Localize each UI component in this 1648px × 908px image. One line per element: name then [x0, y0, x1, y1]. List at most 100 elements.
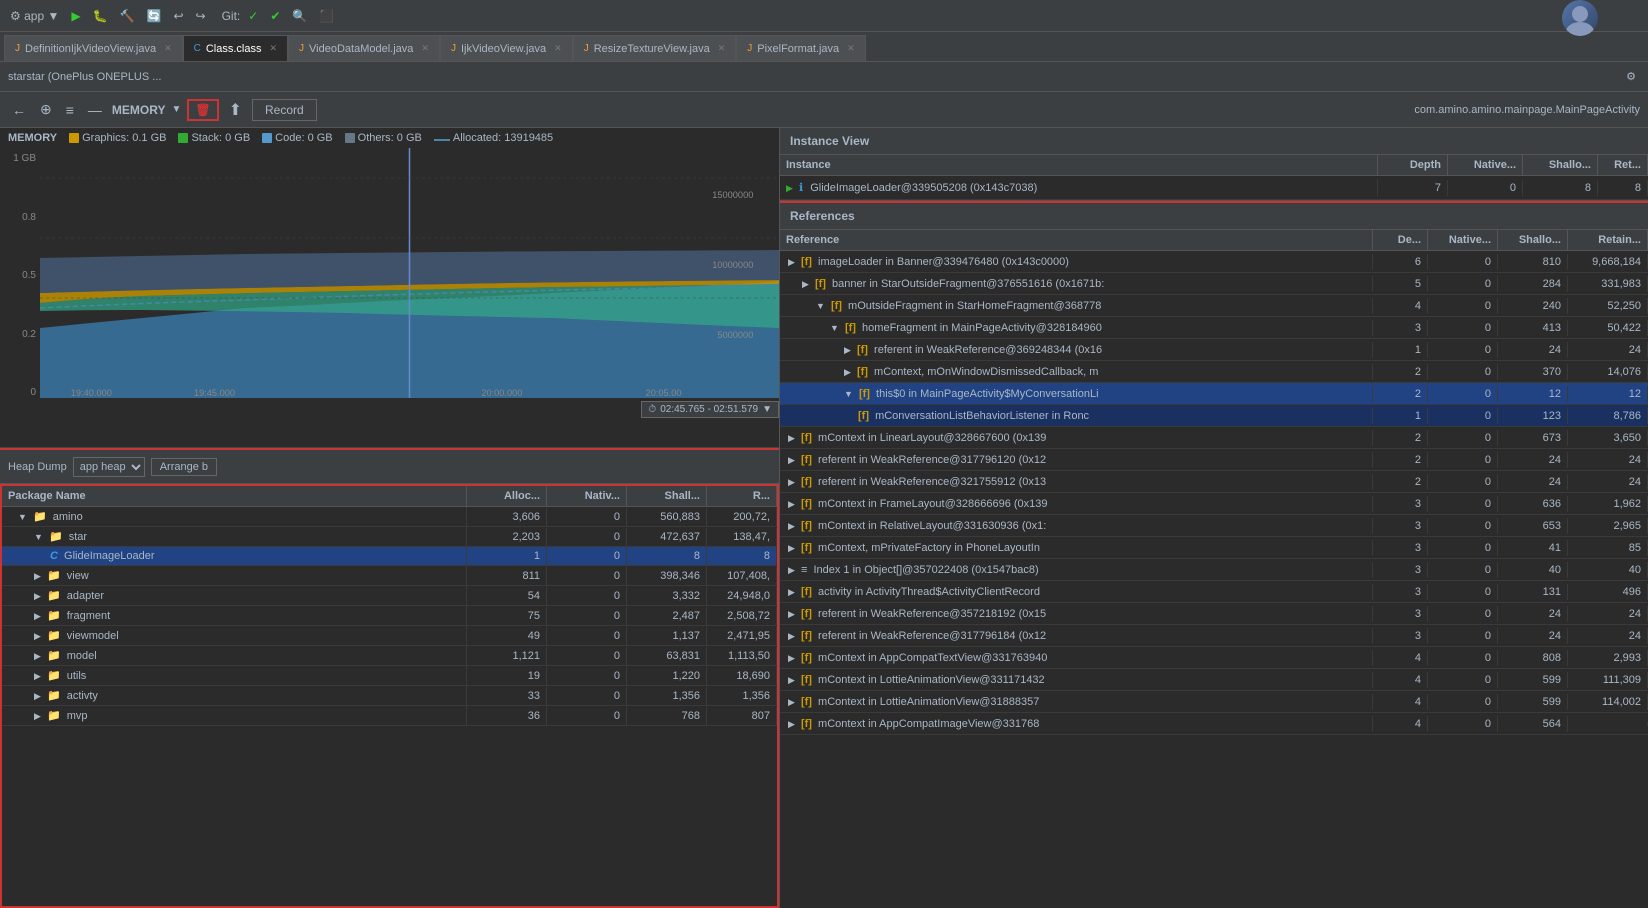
- ref-col-depth[interactable]: De...: [1373, 230, 1428, 250]
- ref-cell-name: ▶ [f] referent in WeakReference@32175591…: [780, 474, 1373, 490]
- heap-table[interactable]: Package Name Alloc... Nativ... Shall... …: [0, 484, 779, 908]
- ref-row[interactable]: ▶ [f] referent in WeakReference@31779612…: [780, 449, 1648, 471]
- ref-row[interactable]: ▶ [f] activity in ActivityThread$Activit…: [780, 581, 1648, 603]
- app-icon: ⚙: [10, 9, 21, 23]
- memory-dropdown-icon[interactable]: ▼: [171, 104, 181, 115]
- git-x-button[interactable]: ✔: [266, 7, 284, 25]
- instance-col-depth[interactable]: Depth: [1378, 155, 1448, 175]
- ref-col-native[interactable]: Native...: [1428, 230, 1498, 250]
- instance-row[interactable]: ▶ ℹ GlideImageLoader@339505208 (0x143c70…: [780, 176, 1648, 200]
- ref-cell-native: 0: [1428, 474, 1498, 490]
- tab-classclass[interactable]: C Class.class ✕: [183, 35, 288, 61]
- nav-icon-2[interactable]: ≡: [62, 100, 78, 120]
- tab-close-pixel[interactable]: ✕: [847, 43, 855, 54]
- list-item[interactable]: ▶ 📁 viewmodel 49 0 1,137 2,471,95: [2, 626, 777, 646]
- run-button[interactable]: ▶: [67, 7, 84, 25]
- nav-icon-3[interactable]: —: [84, 100, 106, 120]
- ref-col-shallow[interactable]: Shallo...: [1498, 230, 1568, 250]
- ref-row[interactable]: [f] mConversationListBehaviorListener in…: [780, 405, 1648, 427]
- app-menu-button[interactable]: ⚙ app ▼: [6, 7, 63, 25]
- ref-row[interactable]: ▶ ≡ Index 1 in Object[]@357022408 (0x154…: [780, 559, 1648, 581]
- arrange-button[interactable]: Arrange b: [151, 458, 217, 476]
- tab-definitionijkvideoview[interactable]: J DefinitionIjkVideoView.java ✕: [4, 35, 183, 61]
- heap-col-alloc[interactable]: Alloc...: [467, 486, 547, 506]
- list-item[interactable]: ▶ 📁 utils 19 0 1,220 18,690: [2, 666, 777, 686]
- undo-button[interactable]: ↩: [169, 7, 187, 25]
- heap-col-native[interactable]: Nativ...: [547, 486, 627, 506]
- redo-button[interactable]: ↪: [192, 7, 210, 25]
- git-check-button[interactable]: ✓: [244, 7, 262, 25]
- tab-pixelformat[interactable]: J PixelFormat.java ✕: [736, 35, 865, 61]
- list-item[interactable]: C GlideImageLoader 1 0 8 8: [2, 547, 777, 566]
- tab-close-ijk[interactable]: ✕: [554, 43, 562, 54]
- list-item[interactable]: ▶ 📁 activty 33 0 1,356 1,356: [2, 686, 777, 706]
- ref-cell-retain: 3,650: [1568, 430, 1648, 446]
- ref-cell-depth: 4: [1373, 298, 1428, 314]
- ref-row[interactable]: ▶ [f] banner in StarOutsideFragment@3765…: [780, 273, 1648, 295]
- instance-col-native[interactable]: Native...: [1448, 155, 1523, 175]
- terminal-button[interactable]: ⬛: [315, 7, 338, 25]
- heap-cell-alloc: 33: [467, 687, 547, 705]
- tab-resizetextureview[interactable]: J ResizeTextureView.java ✕: [573, 35, 737, 61]
- ref-cell-depth: 3: [1373, 540, 1428, 556]
- ref-row[interactable]: ▶ [f] mContext in LottieAnimationView@33…: [780, 669, 1648, 691]
- export-button[interactable]: ⬆: [225, 98, 246, 122]
- ref-cell-shallow: 131: [1498, 584, 1568, 600]
- ref-cell-retain: 114,002: [1568, 694, 1648, 710]
- record-button[interactable]: Record: [252, 99, 317, 121]
- f-icon: [f]: [801, 520, 812, 532]
- ref-row[interactable]: ▼ [f] homeFragment in MainPageActivity@3…: [780, 317, 1648, 339]
- list-item[interactable]: ▼ 📁 amino 3,606 0 560,883 200,72,: [2, 507, 777, 527]
- ref-col-reference[interactable]: Reference: [780, 230, 1373, 250]
- search-button[interactable]: 🔍: [288, 7, 311, 25]
- ref-col-retain[interactable]: Retain...: [1568, 230, 1648, 250]
- ref-row[interactable]: ▶ [f] mContext, mPrivateFactory in Phone…: [780, 537, 1648, 559]
- ref-row[interactable]: ▶ [f] referent in WeakReference@36924834…: [780, 339, 1648, 361]
- tab-close-video[interactable]: ✕: [421, 43, 429, 54]
- nav-icon-1[interactable]: ⊕: [36, 99, 56, 120]
- sync-button[interactable]: 🔄: [143, 7, 166, 25]
- ref-cell-shallow: 599: [1498, 672, 1568, 688]
- delete-button[interactable]: 🗑: [187, 99, 218, 121]
- ref-row[interactable]: ▶ [f] mContext, mOnWindowDismissedCallba…: [780, 361, 1648, 383]
- debug-button[interactable]: 🐛: [89, 7, 112, 25]
- build-button[interactable]: 🔨: [116, 7, 139, 25]
- heap-col-retain[interactable]: R...: [707, 486, 777, 506]
- triangle-icon: ▶: [34, 591, 41, 601]
- filter-icon[interactable]: ▼: [762, 404, 772, 415]
- ref-row[interactable]: ▶ [f] mContext in FrameLayout@328666696 …: [780, 493, 1648, 515]
- ref-row[interactable]: ▼ [f] this$0 in MainPageActivity$MyConve…: [780, 383, 1648, 405]
- instance-col-ret[interactable]: Ret...: [1598, 155, 1648, 175]
- ref-row[interactable]: ▶ [f] referent in WeakReference@35721819…: [780, 603, 1648, 625]
- triangle-icon: ▶: [34, 691, 41, 701]
- list-item[interactable]: ▶ 📁 model 1,121 0 63,831 1,113,50: [2, 646, 777, 666]
- ref-row[interactable]: ▶ [f] mContext in LottieAnimationView@31…: [780, 691, 1648, 713]
- ref-row[interactable]: ▶ [f] referent in WeakReference@31779618…: [780, 625, 1648, 647]
- ref-row[interactable]: ▶ [f] mContext in AppCompatTextView@3317…: [780, 647, 1648, 669]
- settings-icon[interactable]: ⚙: [1626, 70, 1636, 83]
- tab-close-resize[interactable]: ✕: [718, 43, 726, 54]
- ref-row[interactable]: ▶ [f] mContext in LinearLayout@328667600…: [780, 427, 1648, 449]
- heap-col-package[interactable]: Package Name: [2, 486, 467, 506]
- back-button[interactable]: ←: [8, 100, 30, 120]
- ref-row[interactable]: ▶ [f] mContext in RelativeLayout@3316309…: [780, 515, 1648, 537]
- instance-col-instance[interactable]: Instance: [780, 155, 1378, 175]
- triangle-icon: ▶: [788, 675, 795, 685]
- tab-videodatamodel[interactable]: J VideoDataModel.java ✕: [288, 35, 440, 61]
- heap-col-shallow[interactable]: Shall...: [627, 486, 707, 506]
- ref-row[interactable]: ▶ [f] imageLoader in Banner@339476480 (0…: [780, 251, 1648, 273]
- list-item[interactable]: ▶ 📁 view 811 0 398,346 107,408,: [2, 566, 777, 586]
- tab-close-class[interactable]: ✕: [269, 43, 277, 54]
- list-item[interactable]: ▶ 📁 mvp 36 0 768 807: [2, 706, 777, 726]
- tab-close-definition[interactable]: ✕: [164, 43, 172, 54]
- refs-table[interactable]: ▶ [f] imageLoader in Banner@339476480 (0…: [780, 251, 1648, 908]
- instance-col-shallow[interactable]: Shallo...: [1523, 155, 1598, 175]
- heap-selector[interactable]: app heap: [73, 457, 145, 477]
- ref-row[interactable]: ▶ [f] referent in WeakReference@32175591…: [780, 471, 1648, 493]
- list-item[interactable]: ▼ 📁 star 2,203 0 472,637 138,47,: [2, 527, 777, 547]
- ref-row[interactable]: ▼ [f] mOutsideFragment in StarHomeFragme…: [780, 295, 1648, 317]
- tab-ijkvideoview[interactable]: J IjkVideoView.java ✕: [440, 35, 573, 61]
- ref-row[interactable]: ▶ [f] mContext in AppCompatImageView@331…: [780, 713, 1648, 735]
- list-item[interactable]: ▶ 📁 adapter 54 0 3,332 24,948,0: [2, 586, 777, 606]
- list-item[interactable]: ▶ 📁 fragment 75 0 2,487 2,508,72: [2, 606, 777, 626]
